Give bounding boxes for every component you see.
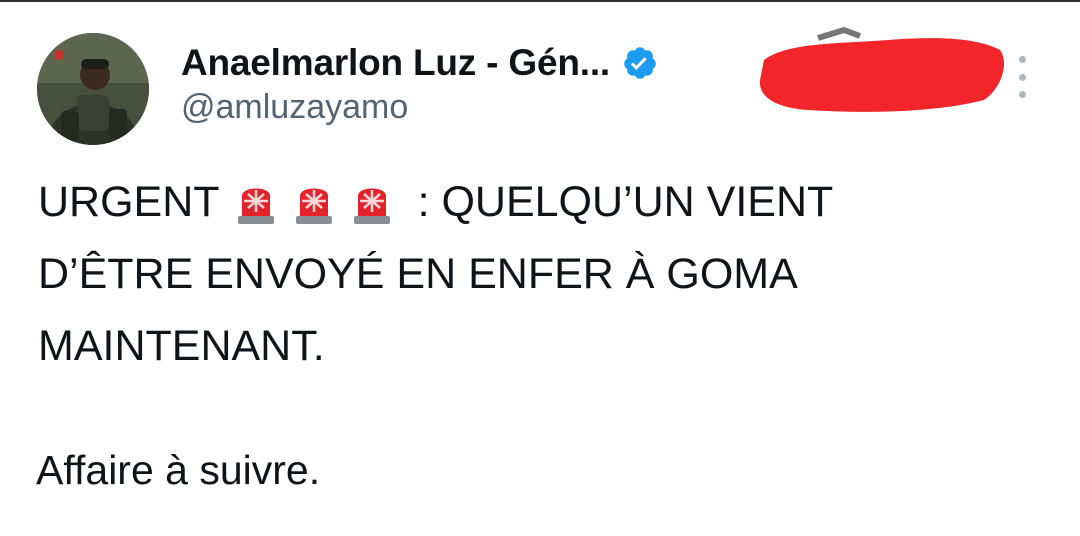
top-divider [0, 0, 1080, 2]
avatar[interactable] [37, 33, 149, 145]
redaction-scribble [759, 26, 1005, 112]
author-handle[interactable]: @amluzayamo [181, 88, 408, 127]
urgent-label: URGENT [38, 178, 220, 226]
tweet-line-2: D’ÊTRE ENVOYÉ EN ENFER À GOMA [38, 250, 798, 298]
more-dot-icon [1018, 56, 1026, 63]
police-car-light-icon [237, 188, 274, 224]
police-car-light-icon [353, 188, 390, 224]
author-name-row: Anaelmarlon Luz - Gén... [181, 38, 658, 88]
siren-emoji-group [232, 178, 406, 226]
more-dot-icon [1018, 73, 1026, 81]
tweet-line-3: MAINTENANT. [38, 322, 325, 370]
author-display-name[interactable]: Anaelmarlon Luz - Gén... [181, 42, 610, 84]
tweet-follow-up: Affaire à suivre. [36, 447, 321, 493]
more-options-button[interactable] [1010, 56, 1034, 98]
verified-badge-icon [624, 47, 656, 79]
more-dot-icon [1018, 91, 1026, 98]
tweet-line-1-rest: : QUELQU’UN VIENT [417, 178, 834, 226]
police-car-light-icon [295, 188, 332, 224]
profile-photo-icon [37, 33, 149, 145]
tweet-text: URGENT : QUELQU’UN VIENT D’ÊTRE ENVOYÉ E… [38, 166, 1048, 382]
tweet-line-1: URGENT : QUELQU’UN VIENT [38, 166, 1048, 238]
